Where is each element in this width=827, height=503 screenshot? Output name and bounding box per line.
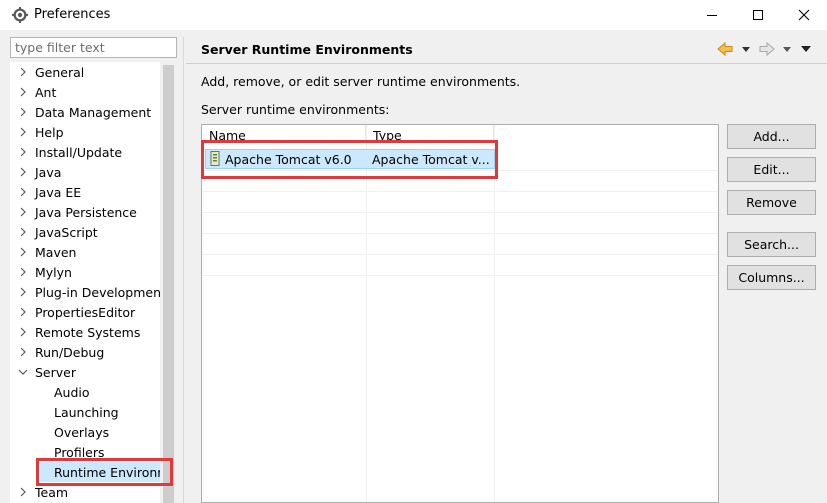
title-bar: Preferences [0, 0, 827, 30]
chevron-right-icon[interactable] [18, 87, 28, 97]
tree-item-label: PropertiesEditor [35, 305, 136, 320]
column-divider [494, 125, 495, 502]
close-icon [798, 9, 810, 21]
forward-arrow-icon[interactable] [758, 40, 776, 58]
highlight-box [201, 140, 498, 179]
back-dropdown-icon[interactable] [741, 44, 751, 54]
tree-item-label: Team [35, 485, 69, 500]
filter-input[interactable] [10, 37, 177, 58]
chevron-right-icon[interactable] [18, 187, 28, 197]
list-label: Server runtime environments: [201, 102, 390, 117]
page-description: Add, remove, or edit server runtime envi… [201, 74, 521, 89]
tree-item-java-ee[interactable]: Java EE [10, 182, 160, 202]
runtime-table[interactable]: Name Type Apache Tomcat v6.0 Apache Tomc… [201, 124, 719, 503]
tree-item-label: Run/Debug [35, 345, 105, 360]
tree-item-remote-systems[interactable]: Remote Systems [10, 322, 160, 342]
tree-item-label: Help [35, 125, 64, 140]
tree-item-label: Ant [35, 85, 57, 100]
chevron-right-icon[interactable] [18, 347, 28, 357]
minimize-button[interactable] [689, 0, 735, 30]
view-menu-icon[interactable] [800, 44, 812, 54]
tree-item-label: Overlays [54, 425, 110, 440]
tree-item-label: General [35, 65, 85, 80]
tree-item-label: Server [35, 365, 76, 380]
chevron-right-icon[interactable] [18, 267, 28, 277]
chevron-right-icon[interactable] [18, 307, 28, 317]
window-title: Preferences [34, 7, 111, 22]
tree-item-overlays[interactable]: Overlays [10, 422, 160, 442]
edit-button[interactable]: Edit... [727, 157, 816, 182]
tree-item-label: Install/Update [35, 145, 123, 160]
chevron-right-icon[interactable] [18, 327, 28, 337]
tree-item-label: Plug-in Development [35, 285, 166, 300]
row-divider [202, 233, 718, 234]
chevron-right-icon[interactable] [18, 247, 28, 257]
add-button[interactable]: Add... [727, 124, 816, 149]
maximize-icon [753, 10, 763, 20]
tree-item-label: Launching [54, 405, 119, 420]
chevron-right-icon[interactable] [18, 207, 28, 217]
tree-item-label: Java [35, 165, 62, 180]
columns-button[interactable]: Columns... [727, 265, 816, 290]
tree-item-ant[interactable]: Ant [10, 82, 160, 102]
row-divider [202, 254, 718, 255]
chevron-right-icon[interactable] [18, 147, 28, 157]
tree-item-plug-in-development[interactable]: Plug-in Development [10, 282, 166, 302]
chevron-right-icon[interactable] [18, 107, 28, 117]
chevron-right-icon[interactable] [18, 67, 28, 77]
tree-item-label: Java EE [35, 185, 82, 200]
preferences-tree[interactable]: General Ant Data Management Help Install/Upd… [10, 62, 177, 503]
tree-item-java[interactable]: Java [10, 162, 160, 182]
tree-item-propertieseditor[interactable]: PropertiesEditor [10, 302, 160, 322]
tree-item-label: JavaScript [35, 225, 98, 240]
close-button[interactable] [781, 0, 827, 30]
back-arrow-icon[interactable] [716, 40, 734, 58]
chevron-right-icon[interactable] [18, 127, 28, 137]
tree-item-run-debug[interactable]: Run/Debug [10, 342, 160, 362]
gear-icon [12, 7, 28, 23]
row-divider [202, 191, 718, 192]
minimize-icon [707, 15, 717, 16]
maximize-button[interactable] [735, 0, 781, 30]
header-separator [186, 63, 827, 64]
chevron-right-icon[interactable] [18, 227, 28, 237]
chevron-right-icon[interactable] [18, 487, 28, 497]
tree-item-label: Audio [54, 385, 90, 400]
row-divider [202, 212, 718, 213]
tree-item-javascript[interactable]: JavaScript [10, 222, 160, 242]
chevron-right-icon[interactable] [18, 167, 28, 177]
chevron-down-icon[interactable] [18, 367, 28, 377]
tree-item-mylyn[interactable]: Mylyn [10, 262, 160, 282]
tree-item-install-update[interactable]: Install/Update [10, 142, 160, 162]
tree-item-audio[interactable]: Audio [10, 382, 160, 402]
tree-item-label: Remote Systems [35, 325, 141, 340]
remove-button[interactable]: Remove [727, 190, 816, 215]
tree-scrollbar-thumb[interactable] [163, 65, 174, 503]
page-title: Server Runtime Environments [201, 42, 413, 57]
tree-item-maven[interactable]: Maven [10, 242, 160, 262]
tree-item-server[interactable]: Server [10, 362, 160, 382]
tree-item-java-persistence[interactable]: Java Persistence [10, 202, 160, 222]
tree-item-label: Mylyn [35, 265, 72, 280]
tree-item-label: Maven [35, 245, 77, 260]
tree-item-label: Data Management [35, 105, 152, 120]
forward-dropdown-icon[interactable] [782, 44, 792, 54]
chevron-right-icon[interactable] [18, 287, 28, 297]
tree-item-data-management[interactable]: Data Management [10, 102, 160, 122]
highlight-box [36, 458, 173, 486]
tree-item-help[interactable]: Help [10, 122, 160, 142]
search-button[interactable]: Search... [727, 232, 816, 257]
panel-divider[interactable] [183, 37, 184, 503]
tree-item-general[interactable]: General [10, 62, 160, 82]
tree-item-label: Java Persistence [35, 205, 137, 220]
row-divider [202, 275, 718, 276]
tree-item-launching[interactable]: Launching [10, 402, 160, 422]
column-divider [366, 125, 367, 502]
